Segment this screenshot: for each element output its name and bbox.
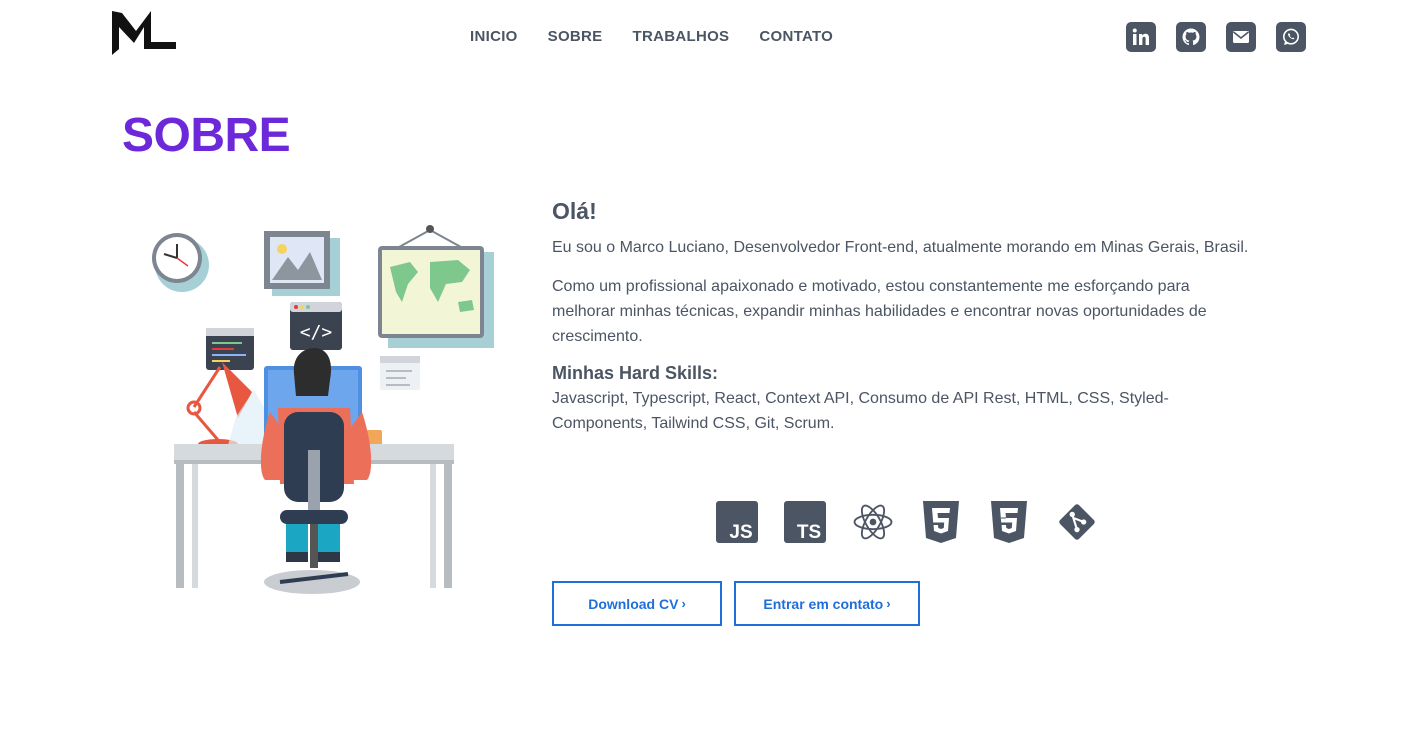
skills-heading: Minhas Hard Skills: [552, 363, 719, 383]
picture-frame [264, 231, 340, 296]
social-links [1126, 22, 1306, 52]
tech-icons: JS TS [716, 500, 1098, 544]
action-buttons: Download CV › Entrar em contato › [552, 581, 920, 626]
nav-inicio[interactable]: INICIO [470, 28, 518, 45]
css3-icon [988, 500, 1030, 544]
contact-label: Entrar em contato [763, 595, 884, 612]
react-icon [852, 500, 894, 544]
nav-trabalhos[interactable]: TRABALHOS [632, 28, 729, 45]
greeting-heading: Olá! [552, 198, 597, 224]
email-icon[interactable] [1226, 22, 1256, 52]
download-cv-button[interactable]: Download CV › [552, 581, 722, 626]
chevron-right-icon: › [886, 596, 891, 611]
section-title: SOBRE [122, 109, 291, 162]
motivation-paragraph: Como um profissional apaixonado e motiva… [552, 278, 1207, 345]
whatsapp-icon[interactable] [1276, 22, 1306, 52]
github-icon[interactable] [1176, 22, 1206, 52]
javascript-icon: JS [716, 500, 758, 544]
world-map [378, 225, 494, 348]
main-nav: INICIO SOBRE TRABALHOS CONTATO [470, 28, 833, 45]
linkedin-icon[interactable] [1126, 22, 1156, 52]
svg-text:</>: </> [300, 322, 333, 343]
header: INICIO SOBRE TRABALHOS CONTATO [0, 0, 1416, 74]
logo[interactable] [110, 9, 176, 57]
skills-list: Javascript, Typescript, React, Context A… [552, 390, 1169, 432]
chevron-right-icon: › [681, 596, 686, 611]
html5-icon [920, 500, 962, 544]
nav-sobre[interactable]: SOBRE [548, 28, 603, 45]
typescript-icon: TS [784, 500, 826, 544]
code-window: </> [290, 302, 342, 350]
contact-button[interactable]: Entrar em contato › [734, 581, 920, 626]
download-cv-label: Download CV [588, 595, 679, 612]
developer-illustration: </> [152, 225, 494, 594]
document-window [380, 356, 420, 390]
typescript-label: TS [797, 522, 821, 543]
about-content: Olá! Eu sou o Marco Luciano, Desenvolved… [552, 198, 1252, 436]
nav-contato[interactable]: CONTATO [759, 28, 833, 45]
javascript-label: JS [729, 522, 752, 543]
intro-paragraph: Eu sou o Marco Luciano, Desenvolvedor Fr… [552, 239, 1249, 256]
git-icon [1056, 500, 1098, 544]
clock-icon [152, 233, 209, 292]
terminal-window [206, 328, 254, 370]
